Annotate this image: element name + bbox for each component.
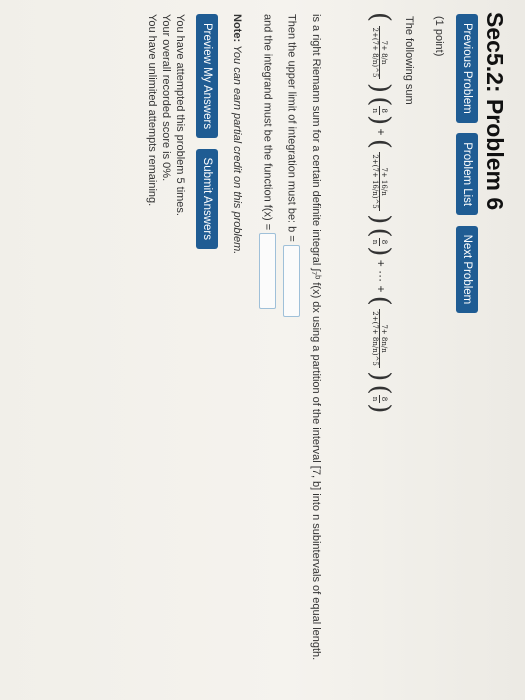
answer-actions: Preview My Answers Submit Answers [196,14,218,255]
riemann-sum-expression: ( 7+ 8/n 2+(7+ 8/n)^5 ) (8 n) + ( 7+ 16/n… [365,12,395,414]
partial-credit-note: Note: You can earn partial credit on thi… [231,14,243,254]
riemann-description: is a right Riemann sum for a certain def… [310,14,322,661]
page-title: Sec5.2: Problem 6 [482,12,508,211]
problem-nav: Previous Problem Problem List Next Probl… [456,14,478,319]
note-label: Note: [231,14,243,43]
integrand-input[interactable] [259,233,276,310]
upper-limit-row: Then the upper limit of integration must… [283,14,300,317]
preview-answers-button[interactable]: Preview My Answers [196,14,218,139]
next-problem-button[interactable]: Next Problem [456,225,478,314]
attempts-status: You have attempted this problem 5 times. [174,14,186,216]
termn-fraction: 7+ 8n/n 2+(7+ 8n/n)^5 [371,309,389,368]
problem-list-button[interactable]: Problem List [456,133,478,216]
term1-fraction: 7+ 8/n 2+(7+ 8/n)^5 [371,25,389,80]
previous-problem-button[interactable]: Previous Problem [456,14,478,123]
upper-limit-input[interactable] [283,244,300,317]
integrand-row: and the integrand must be the function f… [259,14,276,310]
score-status: Your overall recorded score is 0%. [160,14,172,182]
submit-answers-button[interactable]: Submit Answers [196,148,218,249]
note-text: You can earn partial credit on this prob… [231,45,243,255]
upper-limit-label: Then the upper limit of integration must… [285,14,298,242]
photo-page: Sec5.2: Problem 6 Previous Problem Probl… [0,0,525,700]
points-label: (1 point) [433,16,445,57]
remaining-status: You have unlimited attempts remaining. [146,14,158,207]
integrand-label: and the integrand must be the function f… [261,14,274,231]
sum-intro: The following sum [403,16,415,105]
term2-fraction: 7+ 16/n 2+(7+ 16/n)^5 [371,152,389,211]
